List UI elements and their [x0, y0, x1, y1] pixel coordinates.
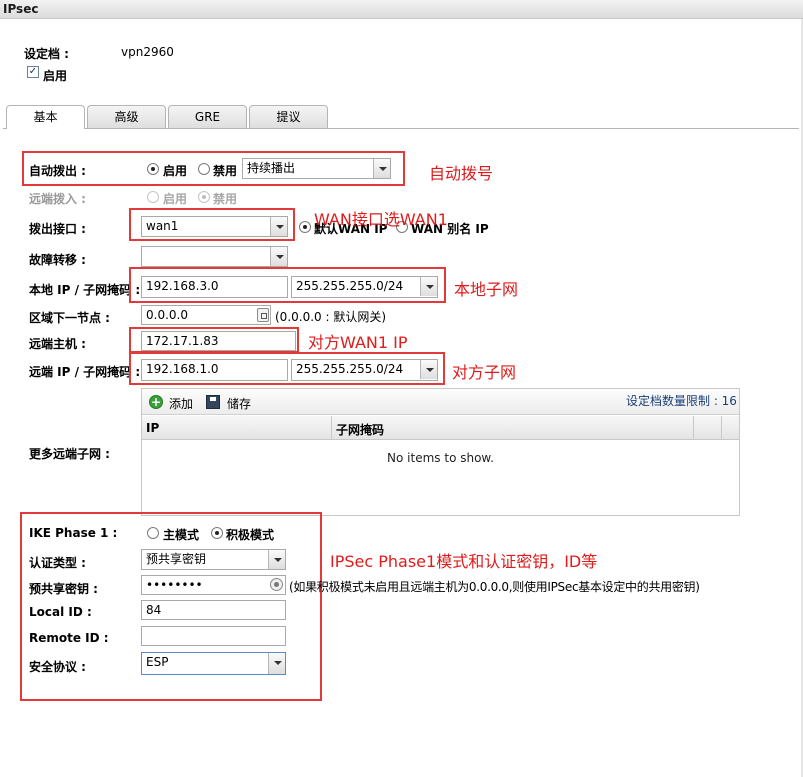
window-title: IPsec: [3, 2, 39, 16]
psk-label: 预共享密钥 :: [29, 582, 98, 596]
column-subnet-mask[interactable]: 子网掩码: [336, 421, 384, 438]
column-separator: [693, 416, 694, 440]
security-protocol-label: 安全协议 :: [29, 660, 86, 674]
annotation-remote-subnet: 对方子网: [452, 363, 517, 382]
save-button[interactable]: 储存: [227, 395, 251, 412]
add-button[interactable]: 添加: [169, 395, 193, 412]
remote-dialin-enable-label: 启用: [163, 192, 188, 206]
profile-label: 设定档 :: [24, 47, 69, 61]
annotation-ike: IPSec Phase1模式和认证密钥，ID等: [330, 552, 598, 571]
annotation-local-subnet: 本地子网: [454, 280, 519, 299]
tab-proposal[interactable]: 提议: [249, 105, 328, 128]
auth-type-value: 预共享密钥: [146, 552, 207, 566]
more-subnets-label: 更多远端子网 :: [29, 447, 110, 461]
security-protocol-value: ESP: [146, 655, 169, 669]
local-ip-label: 本地 IP / 子网掩码 :: [29, 283, 141, 297]
grid-empty-text: No items to show.: [387, 451, 494, 465]
remote-id-label: Remote ID :: [29, 631, 109, 645]
dialout-interface-label: 拨出接口 :: [29, 222, 86, 236]
column-separator: [331, 416, 332, 440]
ike-main-mode-label: 主模式: [163, 528, 200, 542]
ike-phase1-label: IKE Phase 1 :: [29, 526, 118, 540]
annotation-auto-dial: 自动拨号: [429, 164, 494, 183]
remote-id-input[interactable]: [141, 626, 286, 646]
remote-ip-label: 远端 IP / 子网掩码 :: [29, 365, 141, 379]
show-password-icon[interactable]: [270, 578, 283, 591]
ip-picker-icon[interactable]: [257, 308, 269, 322]
column-ip[interactable]: IP: [146, 421, 159, 435]
annotation-remote-wan: 对方WAN1 IP: [308, 333, 408, 352]
remote-mask-value: 255.255.255.0/24: [296, 362, 404, 376]
tab-divider: [3, 128, 799, 129]
tab-basic[interactable]: 基本: [6, 105, 85, 129]
more-subnets-grid: + 添加 储存 设定档数量限制 : 16 IP 子网掩码 No items to…: [141, 388, 740, 516]
add-icon[interactable]: +: [149, 395, 163, 409]
remote-dialin-disable-radio: [198, 191, 210, 203]
grid-toolbar: + 添加 储存 设定档数量限制 : 16: [142, 389, 739, 415]
auto-dialout-disable-radio[interactable]: [198, 163, 210, 175]
dialout-interface-value: wan1: [146, 219, 179, 233]
local-ip-input[interactable]: 192.168.3.0: [141, 276, 288, 298]
chevron-down-icon: [373, 159, 390, 178]
grid-header: IP 子网掩码: [142, 416, 739, 440]
window-titlebar: IPsec: [0, 0, 803, 19]
auto-dialout-disable-label: 禁用: [213, 164, 238, 178]
column-separator: [721, 416, 722, 440]
profile-name: vpn2960: [121, 45, 174, 59]
tab-advanced[interactable]: 高级: [87, 105, 166, 128]
next-hop-input[interactable]: 0.0.0.0: [141, 305, 271, 325]
auth-type-select[interactable]: 预共享密钥: [141, 549, 286, 570]
local-id-input[interactable]: 84: [141, 600, 286, 620]
next-hop-hint: (0.0.0.0 : 默认网关): [275, 310, 387, 324]
remote-dialin-enable-radio: [147, 191, 159, 203]
enable-checkbox[interactable]: ✓: [27, 66, 39, 78]
failover-select[interactable]: [141, 246, 288, 267]
remote-host-label: 远端主机 :: [29, 337, 86, 351]
ike-aggressive-mode-radio[interactable]: [211, 527, 223, 539]
auth-type-label: 认证类型 :: [29, 556, 86, 570]
psk-input[interactable]: ••••••••: [141, 575, 286, 595]
failover-label: 故障转移 :: [29, 253, 86, 267]
save-icon[interactable]: [206, 395, 220, 409]
profile-limit: 设定档数量限制 : 16: [626, 394, 737, 408]
enable-label: 启用: [43, 69, 68, 83]
next-hop-label: 区域下一节点 :: [29, 311, 110, 325]
ike-aggressive-mode-label: 积极模式: [226, 528, 275, 542]
wan-default-ip-radio[interactable]: [299, 221, 311, 233]
chevron-down-icon: [270, 217, 287, 236]
chevron-down-icon: [268, 550, 285, 569]
security-protocol-select[interactable]: ESP: [141, 652, 286, 675]
dialout-mode-select[interactable]: 持续播出: [242, 158, 391, 179]
chevron-down-icon: [268, 653, 285, 674]
remote-host-input[interactable]: 172.17.1.83: [141, 331, 296, 351]
local-mask-value: 255.255.255.0/24: [296, 279, 404, 293]
auto-dialout-label: 自动拨出 :: [29, 164, 86, 178]
auto-dialout-enable-label: 启用: [163, 164, 188, 178]
chevron-down-icon: [420, 360, 437, 379]
auto-dialout-enable-radio[interactable]: [147, 163, 159, 175]
remote-dialin-label: 远端拨入 :: [29, 192, 86, 206]
ike-main-mode-radio[interactable]: [147, 527, 159, 539]
remote-ip-input[interactable]: 192.168.1.0: [141, 359, 288, 381]
local-id-label: Local ID :: [29, 605, 92, 619]
psk-hint: (如果积极模式未启用且远端主机为0.0.0.0,则使用IPSec基本设定中的共用…: [289, 580, 700, 594]
tab-gre[interactable]: GRE: [168, 105, 247, 128]
remote-dialin-disable-label: 禁用: [213, 192, 238, 206]
annotation-wan: WAN接口选WAN1: [314, 210, 448, 229]
dialout-interface-select[interactable]: wan1: [141, 216, 288, 237]
chevron-down-icon: [420, 277, 437, 296]
local-mask-select[interactable]: 255.255.255.0/24: [291, 276, 438, 298]
chevron-down-icon: [270, 247, 287, 266]
remote-mask-select[interactable]: 255.255.255.0/24: [291, 359, 438, 381]
dialout-mode-value: 持续播出: [247, 161, 296, 175]
